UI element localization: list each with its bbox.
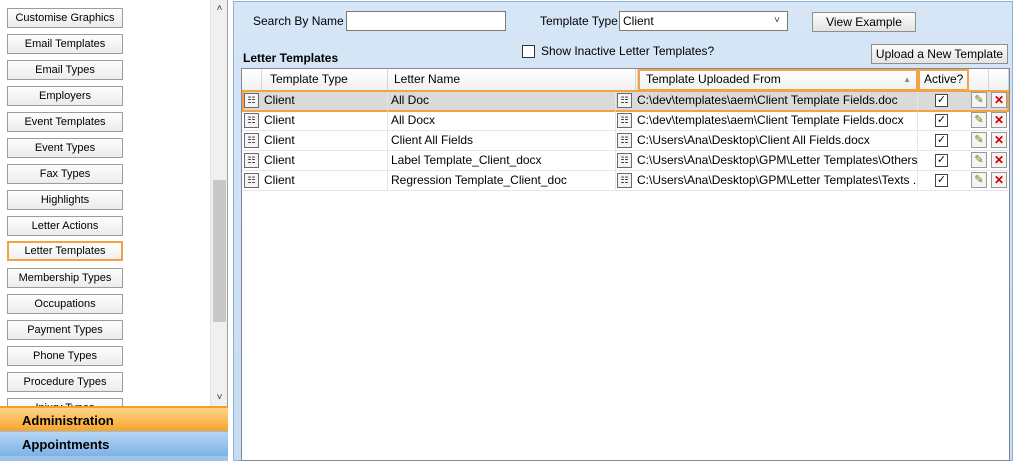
template-type-label: Template Type: [540, 14, 618, 28]
cell-uploaded-from: C:\Users\Ana\Desktop\GPM\Letter Template…: [635, 151, 918, 170]
nav-button-occupations[interactable]: Occupations: [7, 294, 123, 314]
delete-icon[interactable]: ✕: [991, 132, 1007, 148]
nav-button-event-templates[interactable]: Event Templates: [7, 112, 123, 132]
column-header-delete: [989, 69, 1009, 91]
pencil-icon[interactable]: ✎: [971, 132, 987, 148]
pencil-icon[interactable]: ✎: [971, 92, 987, 108]
administration-section-bar[interactable]: Administration: [0, 406, 228, 431]
sort-ascending-icon: ▲: [903, 75, 911, 84]
cell-template-type: Client: [261, 91, 388, 110]
letter-templates-grid: Template Type Letter Name Template Uploa…: [241, 68, 1010, 461]
upload-new-template-button[interactable]: Upload a New Template: [871, 44, 1008, 64]
active-checkbox[interactable]: ✓: [935, 134, 948, 147]
open-template-icon[interactable]: ☷: [617, 153, 632, 168]
delete-icon[interactable]: ✕: [991, 172, 1007, 188]
active-checkbox[interactable]: ✓: [935, 174, 948, 187]
search-by-name-input[interactable]: [346, 11, 506, 31]
cell-template-type: Client: [261, 171, 388, 190]
nav-button-customise-graphics[interactable]: Customise Graphics: [7, 8, 123, 28]
template-type-select[interactable]: Client ˅: [619, 11, 788, 31]
scrollbar-thumb[interactable]: [213, 180, 226, 322]
delete-icon[interactable]: ✕: [991, 152, 1007, 168]
view-example-button[interactable]: View Example: [812, 12, 916, 32]
chevron-down-icon[interactable]: ˅: [211, 389, 228, 406]
open-template-icon[interactable]: ☷: [617, 93, 632, 108]
nav-button-highlights[interactable]: Highlights: [7, 190, 123, 210]
table-row[interactable]: ☷ Client Client All Fields ☷ C:\Users\An…: [242, 131, 1009, 151]
column-header-uploaded-from[interactable]: Template Uploaded From ▲: [638, 69, 918, 91]
show-inactive-label: Show Inactive Letter Templates?: [541, 44, 715, 58]
open-template-icon[interactable]: ☷: [617, 113, 632, 128]
menu-scrollbar[interactable]: ˄ ˅: [210, 0, 227, 406]
search-by-name-label: Search By Name: [253, 14, 344, 28]
cell-template-type: Client: [261, 131, 388, 150]
settings-menu-list: Customise Graphics Email Templates Email…: [0, 0, 210, 406]
cell-letter-name: Client All Fields: [388, 131, 616, 150]
active-checkbox[interactable]: ✓: [935, 154, 948, 167]
cell-uploaded-from: C:\dev\templates\aem\Client Template Fie…: [635, 111, 918, 130]
show-inactive-checkbox[interactable]: [522, 45, 535, 58]
appointments-section-bar[interactable]: Appointments: [0, 431, 228, 456]
nav-button-letter-templates[interactable]: Letter Templates: [7, 241, 123, 261]
cell-letter-name: Regression Template_Client_doc: [388, 171, 616, 190]
pencil-icon[interactable]: ✎: [971, 112, 987, 128]
chevron-up-icon[interactable]: ˄: [211, 0, 228, 17]
cell-letter-name: All Docx: [388, 111, 616, 130]
document-icon[interactable]: ☷: [244, 173, 259, 188]
column-header-edit: [969, 69, 989, 91]
nav-button-phone-types[interactable]: Phone Types: [7, 346, 123, 366]
cell-uploaded-from: C:\dev\templates\aem\Client Template Fie…: [635, 91, 918, 110]
cell-template-type: Client: [261, 111, 388, 130]
active-checkbox[interactable]: ✓: [935, 94, 948, 107]
nav-button-event-types[interactable]: Event Types: [7, 138, 123, 158]
cell-template-type: Client: [261, 151, 388, 170]
table-row[interactable]: ☷ Client Regression Template_Client_doc …: [242, 171, 1009, 191]
column-header-letter-name[interactable]: Letter Name: [388, 69, 636, 91]
row-header-corner: [242, 69, 262, 91]
column-header-template-type[interactable]: Template Type: [262, 69, 388, 91]
active-checkbox[interactable]: ✓: [935, 114, 948, 127]
template-type-selected-value: Client: [623, 14, 654, 28]
delete-icon[interactable]: ✕: [991, 92, 1007, 108]
nav-button-employers[interactable]: Employers: [7, 86, 123, 106]
table-row[interactable]: ☷ Client All Docx ☷ C:\dev\templates\aem…: [242, 111, 1009, 131]
document-icon[interactable]: ☷: [244, 113, 259, 128]
column-header-uploaded-from-label: Template Uploaded From: [646, 72, 781, 86]
cell-uploaded-from: C:\Users\Ana\Desktop\Client All Fields.d…: [635, 131, 918, 150]
cell-letter-name: All Doc: [388, 91, 616, 110]
open-template-icon[interactable]: ☷: [617, 173, 632, 188]
nav-button-letter-actions[interactable]: Letter Actions: [7, 216, 123, 236]
chevron-down-icon: ˅: [774, 15, 780, 26]
left-navigation-pane: Customise Graphics Email Templates Email…: [0, 0, 228, 461]
nav-button-injury-types[interactable]: Injury Types: [7, 398, 123, 406]
table-row[interactable]: ☷ Client All Doc ☷ C:\dev\templates\aem\…: [242, 91, 1009, 111]
nav-button-membership-types[interactable]: Membership Types: [7, 268, 123, 288]
nav-button-email-templates[interactable]: Email Templates: [7, 34, 123, 54]
nav-button-procedure-types[interactable]: Procedure Types: [7, 372, 123, 392]
nav-button-payment-types[interactable]: Payment Types: [7, 320, 123, 340]
document-icon[interactable]: ☷: [244, 153, 259, 168]
delete-icon[interactable]: ✕: [991, 112, 1007, 128]
pencil-icon[interactable]: ✎: [971, 152, 987, 168]
document-icon[interactable]: ☷: [244, 93, 259, 108]
cell-uploaded-from: C:\Users\Ana\Desktop\GPM\Letter Template…: [635, 171, 918, 190]
nav-button-fax-types[interactable]: Fax Types: [7, 164, 123, 184]
cell-letter-name: Label Template_Client_docx: [388, 151, 616, 170]
letter-templates-title: Letter Templates: [243, 51, 339, 65]
open-template-icon[interactable]: ☷: [617, 133, 632, 148]
pencil-icon[interactable]: ✎: [971, 172, 987, 188]
table-row[interactable]: ☷ Client Label Template_Client_docx ☷ C:…: [242, 151, 1009, 171]
column-header-active[interactable]: Active?: [918, 69, 969, 91]
section-bar-footer: [0, 456, 228, 461]
nav-button-email-types[interactable]: Email Types: [7, 60, 123, 80]
document-icon[interactable]: ☷: [244, 133, 259, 148]
